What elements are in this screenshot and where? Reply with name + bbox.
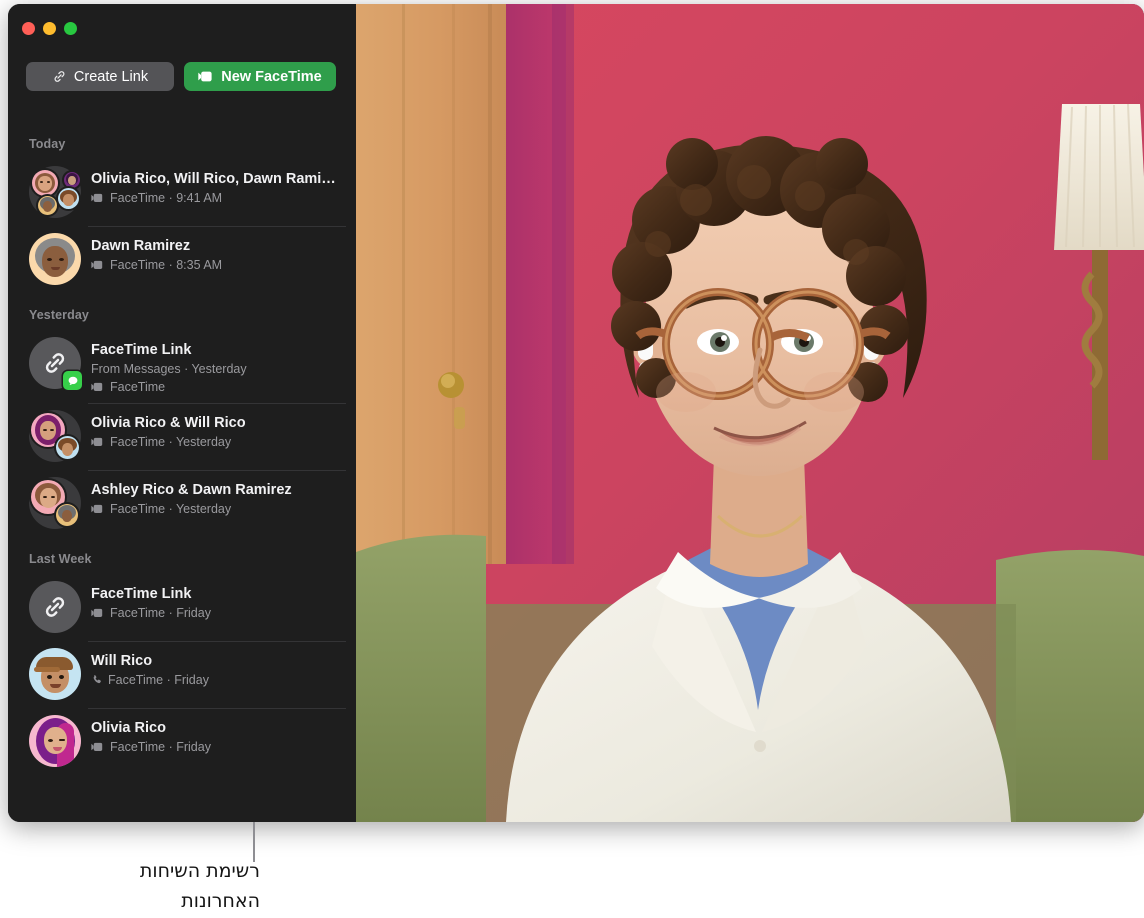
video-camera-icon — [91, 260, 105, 270]
toolbar: Create Link New FaceTime — [26, 62, 336, 91]
section-header-last-week: Last Week — [29, 552, 92, 566]
list-item-subtitle: FaceTime · Yesterday — [91, 501, 342, 517]
video-camera-icon — [91, 437, 105, 447]
caption-text: רשימת השיחות האחרונות — [60, 856, 260, 916]
memoji-will — [29, 648, 81, 700]
avatar — [29, 410, 81, 462]
list-item[interactable]: Ashley Rico & Dawn Ramirez FaceTime · Ye… — [8, 470, 356, 537]
new-facetime-label: New FaceTime — [221, 68, 322, 85]
phone-icon — [91, 674, 103, 686]
list-item-subtitle: FaceTime · 8:35 AM — [91, 257, 342, 273]
list-item[interactable]: FaceTime Link From Messages · Yesterday … — [8, 330, 356, 403]
subtitle-text: FaceTime · Friday — [110, 606, 211, 620]
list-item-subtitle: FaceTime — [91, 379, 342, 395]
window-controls — [22, 22, 77, 35]
list-item-subtitle: FaceTime · Yesterday — [91, 434, 342, 450]
subtitle-text: FaceTime · Yesterday — [110, 435, 232, 449]
video-camera-icon — [91, 382, 105, 392]
avatar — [29, 477, 81, 529]
avatar — [29, 581, 81, 633]
caption-line-2: האחרונות — [181, 890, 260, 912]
subtitle-text: FaceTime — [110, 380, 166, 394]
list-item-title: Olivia Rico — [91, 720, 166, 736]
subtitle-text: FaceTime · 8:35 AM — [110, 258, 223, 272]
memoji-dawn — [29, 233, 81, 285]
list-item[interactable]: Dawn Ramirez FaceTime · 8:35 AM — [8, 226, 356, 293]
subtitle-text: FaceTime · Yesterday — [110, 502, 232, 516]
list-item[interactable]: FaceTime Link FaceTime · Friday — [8, 574, 356, 641]
memoji-dawn — [56, 504, 78, 526]
create-link-label: Create Link — [73, 68, 149, 85]
list-item[interactable]: Olivia Rico, Will Rico, Dawn Rami… FaceT… — [8, 159, 356, 226]
video-camera-icon — [91, 742, 105, 752]
avatar — [29, 337, 82, 390]
list-item-source: From Messages · Yesterday — [91, 362, 247, 376]
link-icon — [29, 581, 81, 633]
video-camera-icon — [91, 608, 105, 618]
list-item-title: Olivia Rico & Will Rico — [91, 415, 246, 431]
list-item-subtitle: FaceTime · 9:41 AM — [91, 190, 342, 206]
subtitle-text: FaceTime · Friday — [108, 673, 209, 687]
list-item-subtitle: FaceTime · Friday — [91, 605, 342, 621]
sidebar: Create Link New FaceTime Today Olivia Ri… — [8, 4, 356, 822]
list-item-subtitle: FaceTime · Friday — [91, 672, 342, 688]
avatar — [29, 715, 81, 767]
memoji-purple — [64, 172, 80, 188]
avatar — [29, 233, 81, 285]
recent-calls-list[interactable]: Today Olivia Rico, Will Rico, Dawn Rami…… — [8, 122, 356, 822]
section-header-yesterday: Yesterday — [29, 308, 89, 322]
memoji-will — [58, 188, 79, 209]
video-camera-icon — [91, 193, 105, 203]
list-item-title: Will Rico — [91, 653, 153, 669]
memoji-olivia — [32, 170, 58, 196]
section-header-today: Today — [29, 137, 66, 151]
subtitle-text: FaceTime · 9:41 AM — [110, 191, 223, 205]
list-item-title: FaceTime Link — [91, 342, 192, 358]
video-frame — [356, 4, 1144, 822]
facetime-window: Create Link New FaceTime Today Olivia Ri… — [8, 4, 1144, 822]
list-item-title: Dawn Ramirez — [91, 238, 191, 254]
zoom-button[interactable] — [64, 22, 77, 35]
list-item-title: Ashley Rico & Dawn Ramirez — [91, 482, 292, 498]
avatar — [29, 648, 81, 700]
create-link-button[interactable]: Create Link — [26, 62, 174, 91]
memoji-olivia — [29, 715, 81, 767]
memoji-dawn — [38, 196, 57, 215]
avatar — [29, 166, 81, 218]
list-item[interactable]: Olivia Rico & Will Rico FaceTime · Yeste… — [8, 403, 356, 470]
list-item-subtitle: FaceTime · Friday — [91, 739, 342, 755]
list-item[interactable]: Will Rico FaceTime · Friday — [8, 641, 356, 708]
video-camera-icon — [91, 504, 105, 514]
new-facetime-button[interactable]: New FaceTime — [184, 62, 336, 91]
subtitle-text: FaceTime · Friday — [110, 740, 211, 754]
close-button[interactable] — [22, 22, 35, 35]
messages-app-badge — [63, 371, 82, 390]
link-icon — [52, 69, 67, 84]
list-item[interactable]: Olivia Rico FaceTime · Friday — [8, 708, 356, 775]
list-item-title: FaceTime Link — [91, 586, 192, 602]
video-call-preview[interactable] — [356, 4, 1144, 822]
screenshot-root: Create Link New FaceTime Today Olivia Ri… — [0, 0, 1144, 918]
minimize-button[interactable] — [43, 22, 56, 35]
caption-line-1: רשימת השיחות — [139, 860, 260, 882]
list-item-title: Olivia Rico, Will Rico, Dawn Rami… — [91, 171, 336, 187]
video-camera-icon — [198, 71, 214, 82]
memoji-will — [56, 436, 79, 459]
